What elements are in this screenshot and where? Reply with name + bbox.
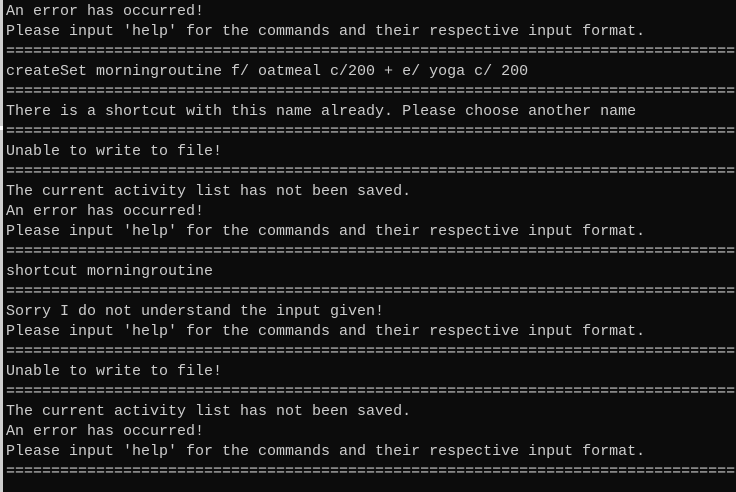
output-line: Please input 'help' for the commands and…	[6, 443, 646, 460]
separator-line: ========================================…	[6, 343, 736, 360]
bottom-bar	[3, 486, 736, 492]
output-line: Please input 'help' for the commands and…	[6, 23, 646, 40]
output-line: Unable to write to file!	[6, 363, 223, 380]
output-line: Please input 'help' for the commands and…	[6, 223, 646, 240]
output-line: The current activity list has not been s…	[6, 183, 412, 200]
command-line: shortcut morningroutine	[6, 263, 214, 280]
separator-line: ========================================…	[6, 463, 736, 480]
output-line: An error has occurred!	[6, 3, 205, 20]
output-line: An error has occurred!	[6, 423, 205, 440]
command-line: createSet morningroutine f/ oatmeal c/20…	[6, 63, 529, 80]
separator-line: ========================================…	[6, 43, 736, 60]
console-output: An error has occurred! Please input 'hel…	[0, 0, 736, 492]
left-edge-marker	[0, 126, 3, 130]
output-line: The current activity list has not been s…	[6, 403, 412, 420]
separator-line: ========================================…	[6, 83, 736, 100]
output-line: An error has occurred!	[6, 203, 205, 220]
output-line: Sorry I do not understand the input give…	[6, 303, 385, 320]
separator-line: ========================================…	[6, 383, 736, 400]
output-line: Please input 'help' for the commands and…	[6, 323, 646, 340]
separator-line: ========================================…	[6, 243, 736, 260]
separator-line: ========================================…	[6, 283, 736, 300]
separator-line: ========================================…	[6, 163, 736, 180]
separator-line: ========================================…	[6, 123, 736, 140]
output-line: There is a shortcut with this name alrea…	[6, 103, 637, 120]
output-line: Unable to write to file!	[6, 143, 223, 160]
